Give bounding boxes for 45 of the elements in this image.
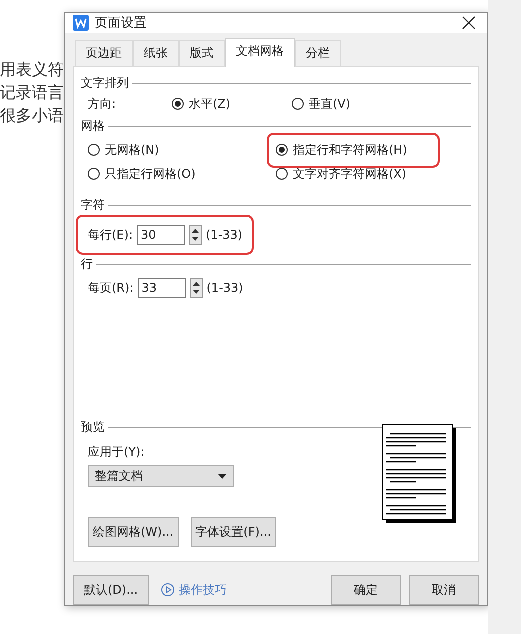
tab[interactable]: 版式: [179, 40, 225, 66]
section-heading: 行: [81, 256, 93, 273]
caret-icon: [218, 474, 227, 478]
spin-arrows-icon[interactable]: [189, 225, 202, 245]
number-field[interactable]: 30: [137, 225, 185, 245]
radio-label[interactable]: 水平(Z): [189, 96, 231, 112]
dialog-button[interactable]: 绘图网格(W)...: [88, 517, 179, 547]
document-text: 很多小语: [0, 105, 64, 127]
play-icon: [161, 583, 176, 597]
field-label: 方向:: [88, 96, 118, 112]
dialog-button[interactable]: 字体设置(F)...: [190, 517, 276, 547]
radio-button[interactable]: [276, 168, 288, 180]
tab[interactable]: 分栏: [295, 40, 341, 66]
field-label: 每页(R):: [88, 280, 134, 296]
document-text: 记录语言: [0, 82, 64, 104]
cancel-button[interactable]: 取消: [409, 575, 479, 605]
radio-label[interactable]: 无网格(N): [105, 142, 160, 158]
radio-label[interactable]: 只指定行网格(O): [105, 166, 196, 182]
radio-button[interactable]: [172, 98, 184, 110]
number-field[interactable]: 33: [138, 278, 186, 298]
section-heading: 文字排列: [81, 75, 129, 92]
tab[interactable]: 页边距: [75, 40, 133, 66]
radio-button[interactable]: [292, 98, 304, 110]
ok-button[interactable]: 确定: [331, 575, 401, 605]
range-text: (1-33): [206, 228, 243, 242]
spin-arrows-icon[interactable]: [190, 278, 203, 298]
section-heading: 预览: [81, 419, 105, 436]
radio-label[interactable]: 文字对齐字符网格(X): [293, 166, 407, 182]
window-title: 页面设置: [95, 15, 148, 32]
radio-button[interactable]: [88, 168, 100, 180]
field-label: 应用于(Y):: [87, 444, 146, 461]
field-label: 每行(E):: [88, 226, 133, 244]
radio-button[interactable]: [88, 144, 100, 156]
tips-link[interactable]: 操作技巧: [161, 582, 228, 598]
radio-label[interactable]: 垂直(V): [309, 96, 351, 112]
section-heading: 网格: [81, 118, 105, 135]
apply-dropdown[interactable]: 整篇文档: [88, 465, 234, 487]
default-button[interactable]: 默认(D)...: [73, 575, 150, 605]
tab[interactable]: 纸张: [133, 40, 179, 66]
radio-label[interactable]: 指定行和字符网格(H): [293, 142, 408, 158]
tab[interactable]: 文档网格: [225, 38, 295, 67]
section-heading: 字符: [81, 197, 105, 214]
range-text: (1-33): [206, 281, 244, 295]
radio-button[interactable]: [276, 144, 288, 156]
document-text: 用表义符: [0, 59, 64, 81]
